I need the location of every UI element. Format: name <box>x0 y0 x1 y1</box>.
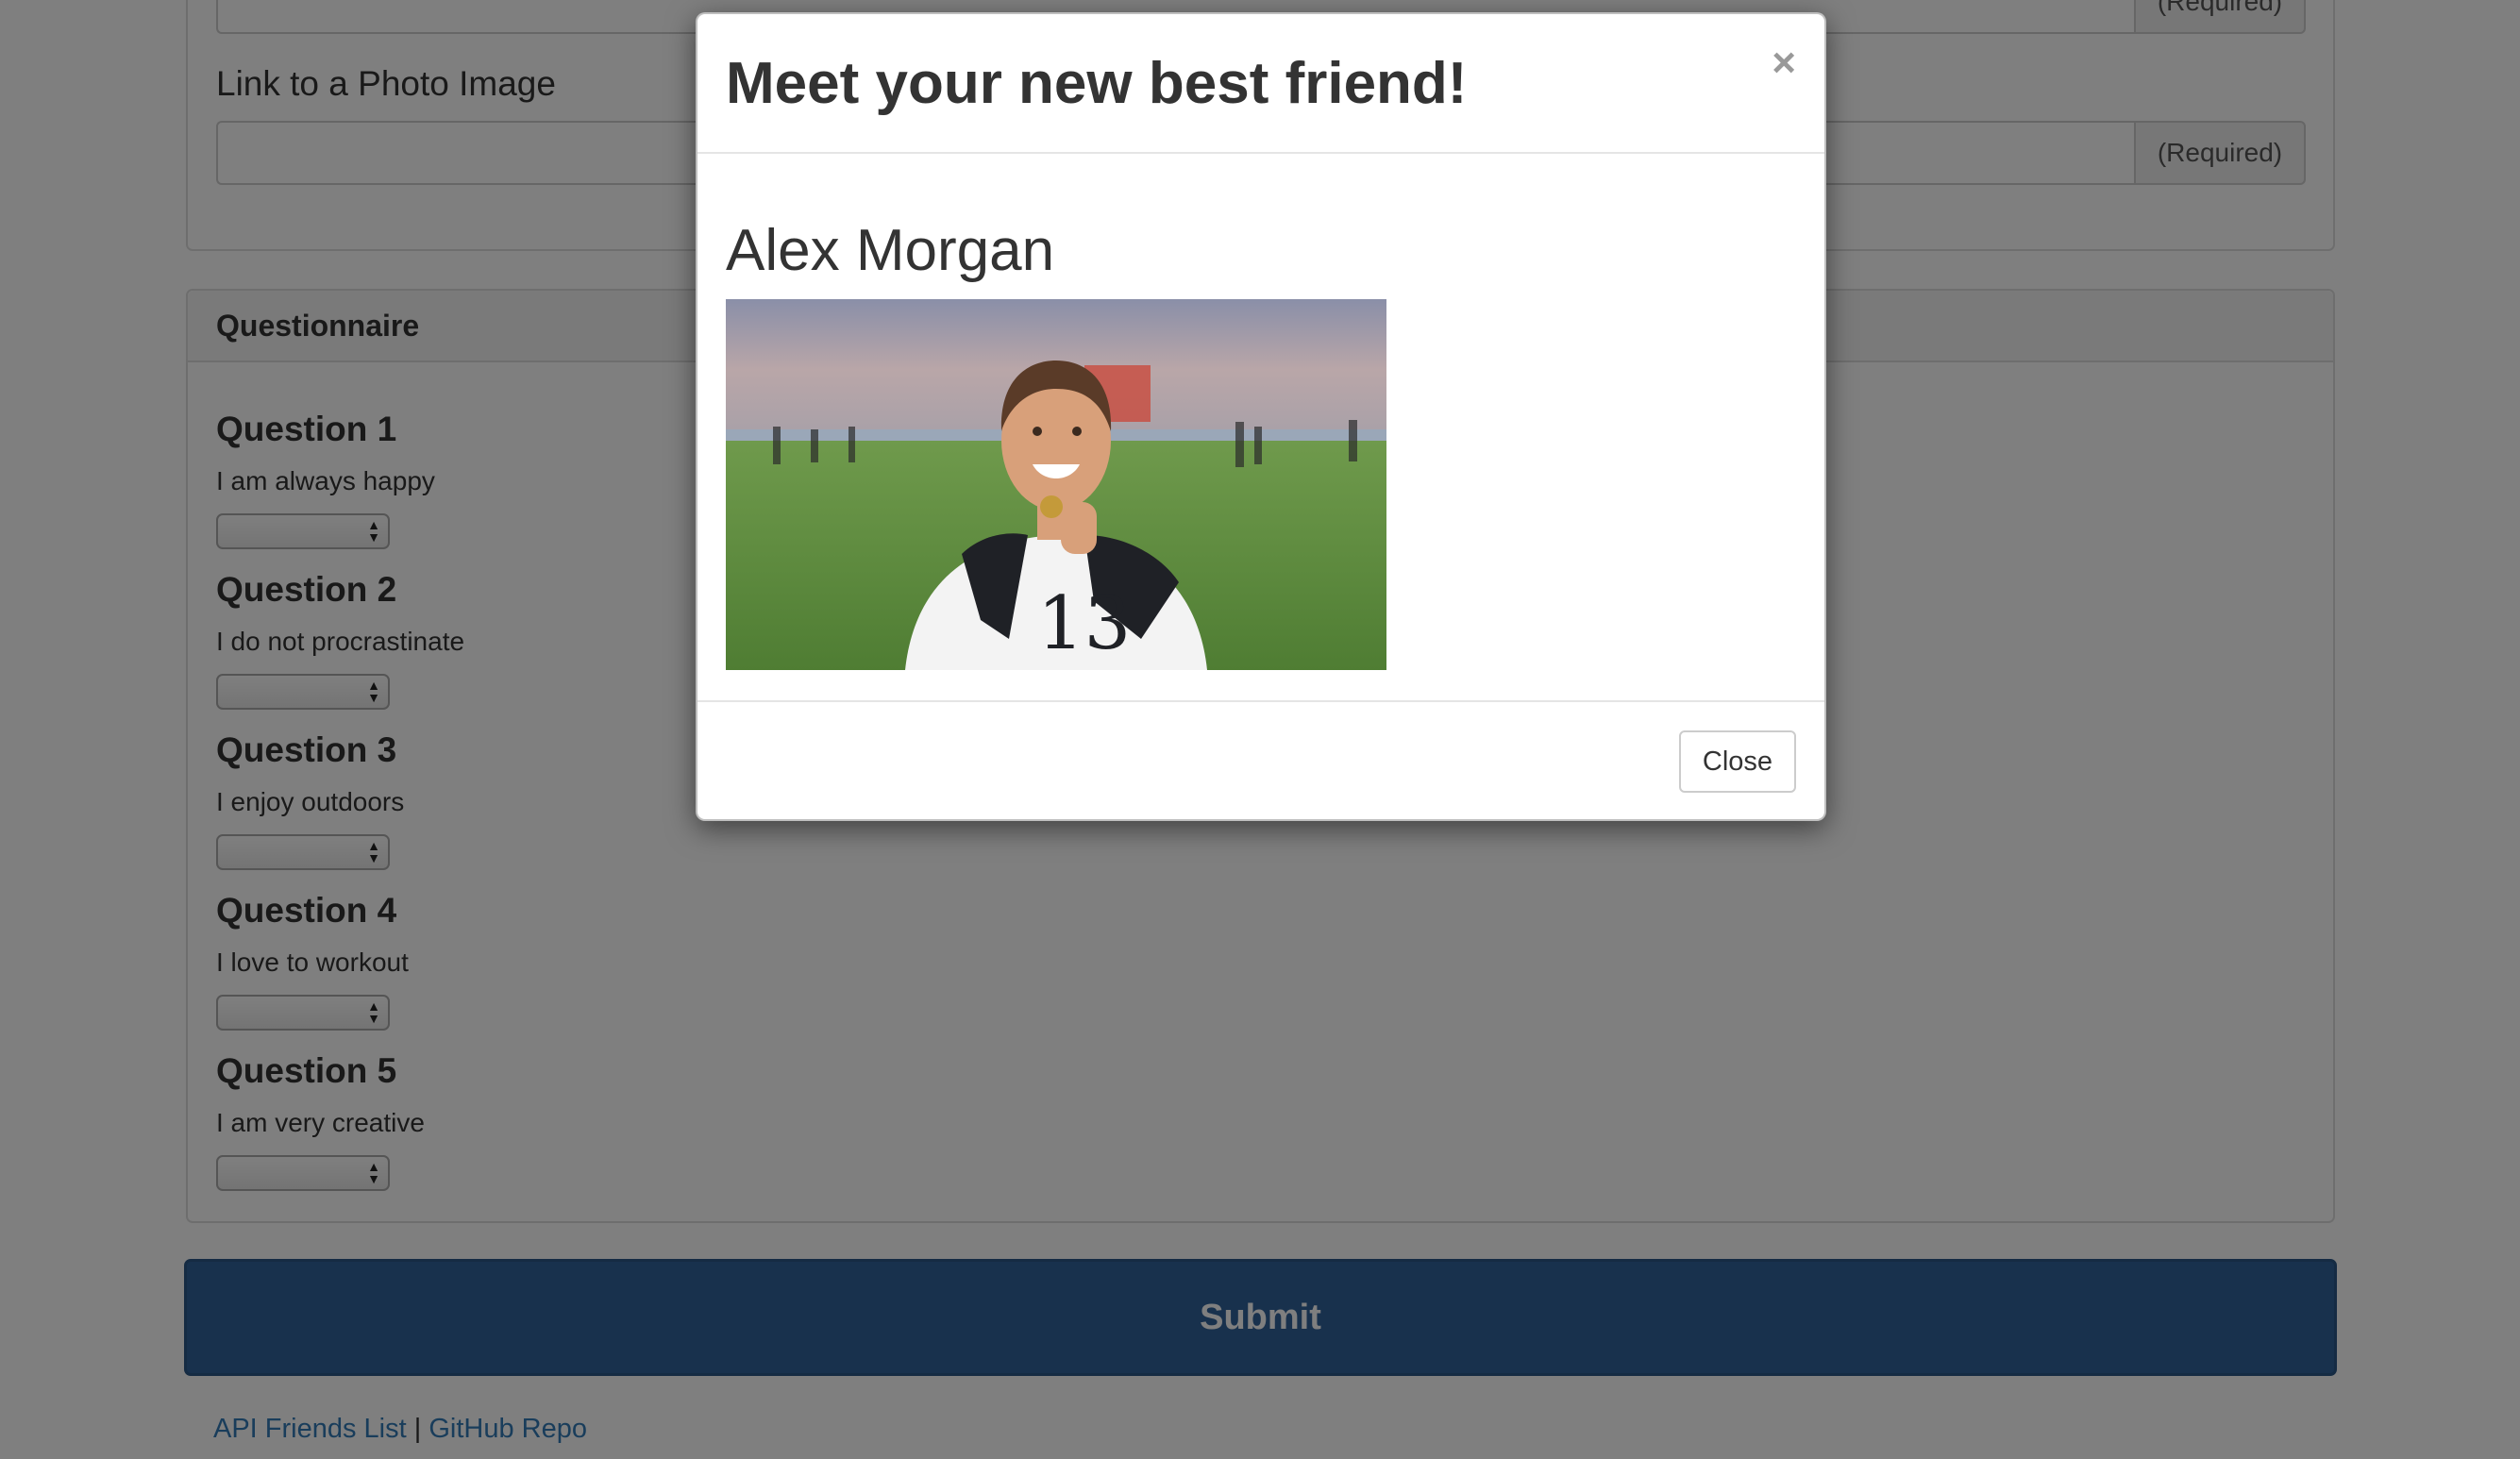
close-button[interactable]: Close <box>1679 730 1796 793</box>
friend-name: Alex Morgan <box>726 218 1055 283</box>
close-icon[interactable]: × <box>1772 42 1796 84</box>
modal-title: Meet your new best friend! <box>726 51 1468 116</box>
modal-footer: Close <box>697 700 1824 819</box>
best-friend-modal: Meet your new best friend! × Alex Morgan <box>696 12 1826 821</box>
friend-photo: 13 <box>726 299 1386 670</box>
modal-header: Meet your new best friend! × <box>697 14 1824 154</box>
svg-text:13: 13 <box>1037 581 1131 666</box>
